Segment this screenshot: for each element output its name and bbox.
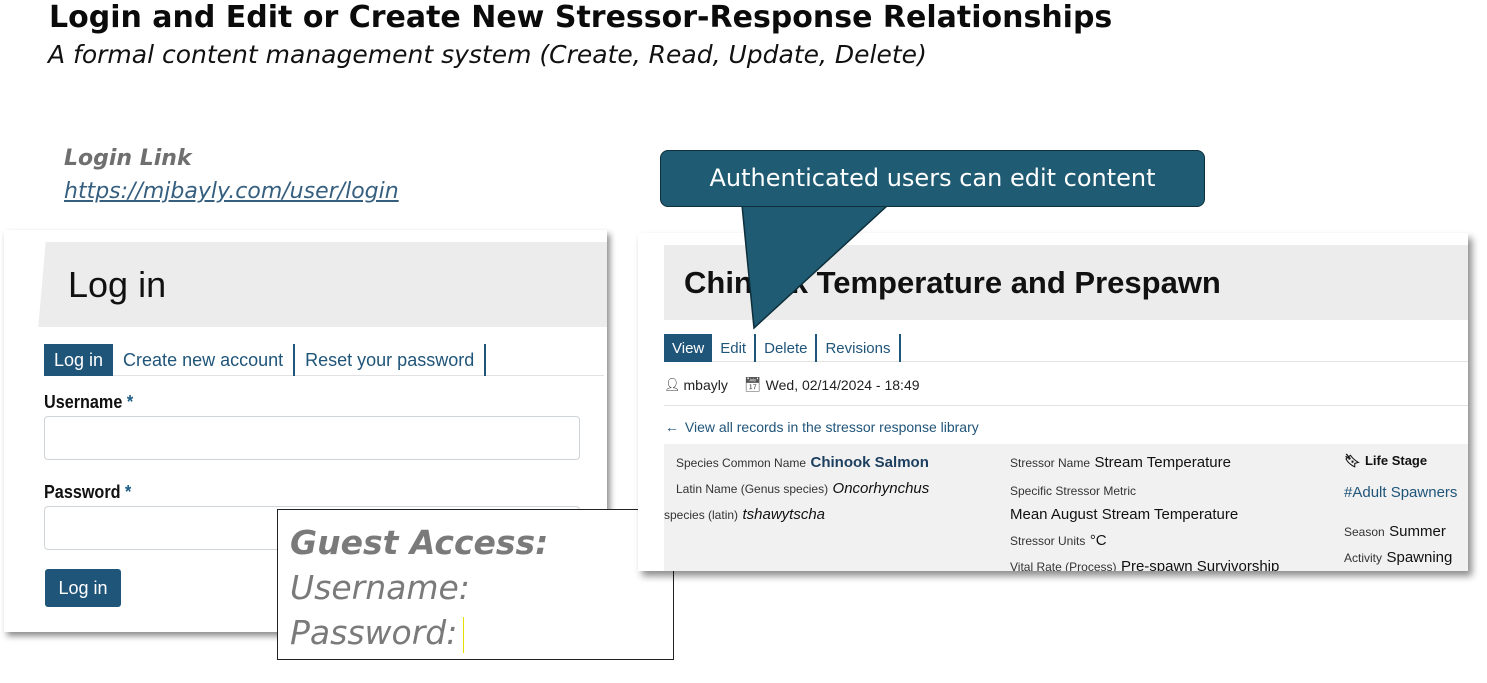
guest-password-label: Password:	[290, 613, 458, 652]
species-common-name: Species Common Name Chinook Salmon	[676, 454, 929, 472]
record-details: Species Common Name Chinook Salmon Latin…	[664, 444, 1468, 571]
record-tabs: View Edit Delete Revisions	[664, 334, 1468, 362]
field-value: Mean August Stream Temperature	[1010, 506, 1239, 523]
field-value: Oncorhynchus	[832, 480, 930, 497]
slide-title: Login and Edit or Create New Stressor-Re…	[49, 0, 1113, 35]
field-label: Vital Rate (Process)	[1010, 560, 1117, 571]
record-page-panel: Chinook Temperature and Prespawn View Ed…	[638, 233, 1468, 571]
password-label: Password *	[44, 482, 131, 503]
field-label: Activity	[1344, 551, 1383, 565]
password-label-text: Password	[44, 482, 121, 502]
calendar-icon: 📅︎	[743, 376, 762, 392]
field-value: Spawning	[1386, 549, 1453, 566]
field-label: Latin Name (Genus species)	[676, 482, 829, 496]
guest-username-label: Username:	[290, 568, 470, 607]
guest-access-title: Guest Access:	[290, 523, 549, 562]
stressor-units: Stressor Units °C	[1010, 532, 1107, 550]
stressor-name: Stressor Name Stream Temperature	[1010, 454, 1231, 472]
login-link[interactable]: https://mjbayly.com/user/login	[64, 179, 399, 204]
life-stage-heading: 🔖︎ Life Stage	[1344, 452, 1427, 470]
text-cursor	[463, 616, 465, 653]
guest-password-row: Password:	[290, 610, 673, 655]
username-input[interactable]	[44, 416, 580, 460]
callout-box: Authenticated users can edit content	[660, 150, 1205, 207]
tab-delete[interactable]: Delete	[756, 334, 818, 362]
login-submit-button[interactable]: Log in	[45, 569, 121, 607]
user-icon: 👤︎	[664, 376, 681, 392]
field-label: Specific Stressor Metric	[1010, 484, 1137, 498]
field-value: tshawytscha	[742, 506, 826, 523]
field-value: Summer	[1389, 523, 1446, 540]
required-marker: *	[125, 482, 132, 502]
back-link-label: View all records in the stressor respons…	[684, 419, 979, 435]
arrow-left-icon: ←	[665, 419, 679, 435]
login-link-label: Login Link	[64, 146, 192, 171]
divider	[664, 405, 1468, 406]
record-title: Chinook Temperature and Prespawn	[684, 265, 1221, 300]
vital-rate: Vital Rate (Process) Pre-spawn Survivors…	[1010, 558, 1279, 571]
tag-link[interactable]: #Adult Spawners	[1344, 484, 1457, 501]
username-label: Username *	[44, 392, 133, 413]
activity: Activity Spawning	[1344, 549, 1452, 567]
tab-reset-password[interactable]: Reset your password	[295, 344, 487, 376]
tab-edit[interactable]: Edit	[712, 334, 757, 362]
field-value: Pre-spawn Survivorship	[1120, 558, 1280, 571]
field-value: Stream Temperature	[1094, 454, 1231, 471]
field-label: Season	[1344, 525, 1385, 539]
field-label: Stressor Units	[1010, 534, 1086, 548]
required-marker: *	[126, 392, 134, 412]
login-tabs: Log in Create new account Reset your pas…	[44, 344, 604, 376]
tab-log-in[interactable]: Log in	[44, 344, 114, 376]
username-label-text: Username	[44, 392, 123, 412]
latin-name: Latin Name (Genus species) Oncorhynchus	[676, 480, 929, 498]
login-page-title: Log in	[68, 264, 167, 305]
life-stage-tag[interactable]: #Adult Spawners	[1344, 484, 1457, 502]
back-to-library-link[interactable]: ← View all records in the stressor respo…	[665, 419, 979, 435]
specific-stressor-metric: Specific Stressor Metric	[1010, 482, 1136, 500]
field-label: Species Common Name	[676, 456, 807, 470]
bookmark-icon: 🔖︎	[1344, 453, 1361, 468]
record-date: Wed, 02/14/2024 - 18:49	[765, 376, 920, 393]
field-label: species (latin)	[664, 508, 739, 522]
field-value: Chinook Salmon	[810, 454, 929, 471]
field-label: Stressor Name	[1010, 456, 1091, 470]
tab-create-new-account[interactable]: Create new account	[113, 344, 296, 376]
field-label: Life Stage	[1364, 453, 1428, 468]
author-name[interactable]: mbayly	[684, 377, 728, 393]
guest-access-box: Guest Access: Username: Password:	[277, 509, 674, 660]
species-latin: species (latin) tshawytscha	[664, 506, 825, 524]
tab-revisions[interactable]: Revisions	[817, 334, 901, 362]
field-value: °C	[1089, 532, 1107, 549]
record-meta: 👤︎ mbayly 📅︎ Wed, 02/14/2024 - 18:49	[664, 376, 920, 393]
tab-view[interactable]: View	[664, 334, 713, 362]
season: Season Summer	[1344, 523, 1446, 541]
specific-stressor-metric-value: Mean August Stream Temperature	[1010, 506, 1238, 524]
slide-subtitle: A formal content management system (Crea…	[48, 40, 927, 69]
